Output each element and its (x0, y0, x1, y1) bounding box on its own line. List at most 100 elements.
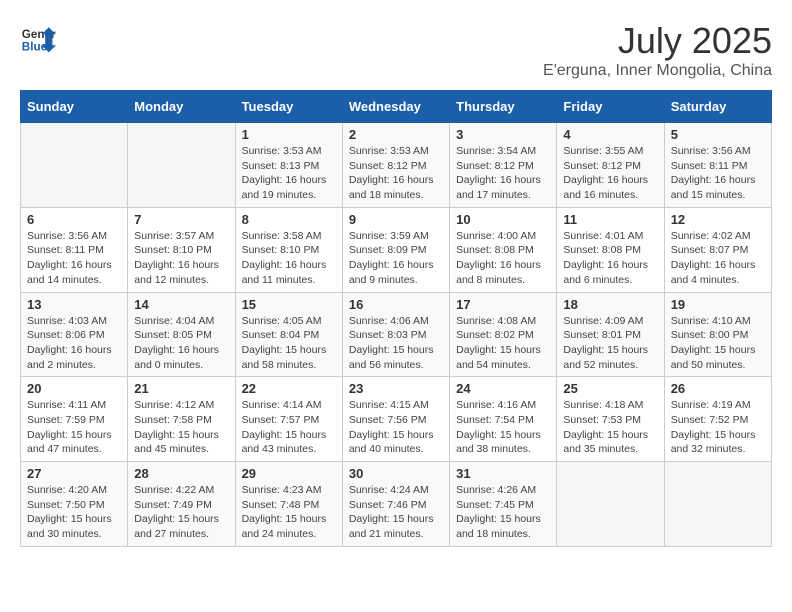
day-info: Sunrise: 3:55 AM Sunset: 8:12 PM Dayligh… (563, 144, 657, 203)
day-info: Sunrise: 4:22 AM Sunset: 7:49 PM Dayligh… (134, 483, 228, 542)
calendar-cell: 25 Sunrise: 4:18 AM Sunset: 7:53 PM Dayli… (557, 377, 664, 462)
calendar-cell: 11Sunrise: 4:01 AM Sunset: 8:08 PM Dayli… (557, 207, 664, 292)
day-info: Sunrise: 3:59 AM Sunset: 8:09 PM Dayligh… (349, 229, 443, 288)
calendar-cell (557, 462, 664, 547)
day-number: 29 (242, 466, 336, 481)
day-number: 17 (456, 297, 550, 312)
calendar-cell: 4 Sunrise: 3:55 AM Sunset: 8:12 PM Daylig… (557, 123, 664, 208)
day-number: 6 (27, 212, 121, 227)
day-info: Sunrise: 4:24 AM Sunset: 7:46 PM Dayligh… (349, 483, 443, 542)
calendar-cell (21, 123, 128, 208)
day-info: Sunrise: 4:03 AM Sunset: 8:06 PM Dayligh… (27, 314, 121, 373)
day-number: 22 (242, 381, 336, 396)
day-info: Sunrise: 4:23 AM Sunset: 7:48 PM Dayligh… (242, 483, 336, 542)
day-info: Sunrise: 4:26 AM Sunset: 7:45 PM Dayligh… (456, 483, 550, 542)
header-cell-tuesday: Tuesday (235, 91, 342, 123)
day-number: 18 (563, 297, 657, 312)
day-number: 7 (134, 212, 228, 227)
day-number: 3 (456, 127, 550, 142)
header-row: SundayMondayTuesdayWednesdayThursdayFrid… (21, 91, 772, 123)
calendar-cell (128, 123, 235, 208)
day-info: Sunrise: 4:01 AM Sunset: 8:08 PM Dayligh… (563, 229, 657, 288)
calendar-week-1: 1 Sunrise: 3:53 AM Sunset: 8:13 PM Daylig… (21, 123, 772, 208)
day-info: Sunrise: 4:02 AM Sunset: 8:07 PM Dayligh… (671, 229, 765, 288)
day-number: 12 (671, 212, 765, 227)
calendar-cell: 16Sunrise: 4:06 AM Sunset: 8:03 PM Dayli… (342, 292, 449, 377)
calendar-week-3: 13 Sunrise: 4:03 AM Sunset: 8:06 PM Dayli… (21, 292, 772, 377)
calendar-table: SundayMondayTuesdayWednesdayThursdayFrid… (20, 90, 772, 547)
header-cell-monday: Monday (128, 91, 235, 123)
day-number: 2 (349, 127, 443, 142)
day-info: Sunrise: 4:16 AM Sunset: 7:54 PM Dayligh… (456, 398, 550, 457)
day-number: 20 (27, 381, 121, 396)
calendar-week-2: 6Sunrise: 3:56 AM Sunset: 8:11 PM Daylig… (21, 207, 772, 292)
calendar-cell: 30 Sunrise: 4:24 AM Sunset: 7:46 PM Dayli… (342, 462, 449, 547)
day-number: 30 (349, 466, 443, 481)
day-info: Sunrise: 3:56 AM Sunset: 8:11 PM Dayligh… (671, 144, 765, 203)
day-info: Sunrise: 4:04 AM Sunset: 8:05 PM Dayligh… (134, 314, 228, 373)
day-info: Sunrise: 4:19 AM Sunset: 7:52 PM Dayligh… (671, 398, 765, 457)
day-info: Sunrise: 3:58 AM Sunset: 8:10 PM Dayligh… (242, 229, 336, 288)
day-number: 5 (671, 127, 765, 142)
header-cell-sunday: Sunday (21, 91, 128, 123)
day-number: 1 (242, 127, 336, 142)
day-number: 21 (134, 381, 228, 396)
calendar-cell: 6Sunrise: 3:56 AM Sunset: 8:11 PM Daylig… (21, 207, 128, 292)
calendar-cell: 20 Sunrise: 4:11 AM Sunset: 7:59 PM Dayli… (21, 377, 128, 462)
day-number: 31 (456, 466, 550, 481)
calendar-cell: 28 Sunrise: 4:22 AM Sunset: 7:49 PM Dayli… (128, 462, 235, 547)
day-info: Sunrise: 4:11 AM Sunset: 7:59 PM Dayligh… (27, 398, 121, 457)
day-number: 23 (349, 381, 443, 396)
calendar-cell: 18Sunrise: 4:09 AM Sunset: 8:01 PM Dayli… (557, 292, 664, 377)
calendar-cell: 9 Sunrise: 3:59 AM Sunset: 8:09 PM Daylig… (342, 207, 449, 292)
day-number: 27 (27, 466, 121, 481)
calendar-cell: 26 Sunrise: 4:19 AM Sunset: 7:52 PM Dayli… (664, 377, 771, 462)
calendar-cell: 13 Sunrise: 4:03 AM Sunset: 8:06 PM Dayli… (21, 292, 128, 377)
calendar-cell: 5 Sunrise: 3:56 AM Sunset: 8:11 PM Daylig… (664, 123, 771, 208)
calendar-cell: 12 Sunrise: 4:02 AM Sunset: 8:07 PM Dayli… (664, 207, 771, 292)
day-info: Sunrise: 3:57 AM Sunset: 8:10 PM Dayligh… (134, 229, 228, 288)
calendar-cell: 27 Sunrise: 4:20 AM Sunset: 7:50 PM Dayli… (21, 462, 128, 547)
day-number: 25 (563, 381, 657, 396)
calendar-cell: 24 Sunrise: 4:16 AM Sunset: 7:54 PM Dayli… (450, 377, 557, 462)
calendar-cell: 10 Sunrise: 4:00 AM Sunset: 8:08 PM Dayli… (450, 207, 557, 292)
header-cell-friday: Friday (557, 91, 664, 123)
day-info: Sunrise: 4:00 AM Sunset: 8:08 PM Dayligh… (456, 229, 550, 288)
calendar-week-4: 20 Sunrise: 4:11 AM Sunset: 7:59 PM Dayli… (21, 377, 772, 462)
day-number: 28 (134, 466, 228, 481)
month-title: July 2025 (543, 20, 772, 62)
header-cell-saturday: Saturday (664, 91, 771, 123)
page-header: General Blue July 2025 E'erguna, Inner M… (20, 20, 772, 80)
day-info: Sunrise: 4:20 AM Sunset: 7:50 PM Dayligh… (27, 483, 121, 542)
calendar-cell: 23Sunrise: 4:15 AM Sunset: 7:56 PM Dayli… (342, 377, 449, 462)
day-info: Sunrise: 4:18 AM Sunset: 7:53 PM Dayligh… (563, 398, 657, 457)
calendar-cell: 31 Sunrise: 4:26 AM Sunset: 7:45 PM Dayli… (450, 462, 557, 547)
day-number: 15 (242, 297, 336, 312)
day-number: 9 (349, 212, 443, 227)
day-info: Sunrise: 3:53 AM Sunset: 8:13 PM Dayligh… (242, 144, 336, 203)
day-number: 13 (27, 297, 121, 312)
calendar-cell: 8 Sunrise: 3:58 AM Sunset: 8:10 PM Daylig… (235, 207, 342, 292)
calendar-cell: 29 Sunrise: 4:23 AM Sunset: 7:48 PM Dayli… (235, 462, 342, 547)
day-number: 8 (242, 212, 336, 227)
day-number: 14 (134, 297, 228, 312)
day-number: 24 (456, 381, 550, 396)
day-info: Sunrise: 4:12 AM Sunset: 7:58 PM Dayligh… (134, 398, 228, 457)
day-info: Sunrise: 4:05 AM Sunset: 8:04 PM Dayligh… (242, 314, 336, 373)
day-number: 26 (671, 381, 765, 396)
day-info: Sunrise: 4:10 AM Sunset: 8:00 PM Dayligh… (671, 314, 765, 373)
calendar-cell (664, 462, 771, 547)
day-number: 16 (349, 297, 443, 312)
calendar-cell: 14 Sunrise: 4:04 AM Sunset: 8:05 PM Dayli… (128, 292, 235, 377)
day-number: 10 (456, 212, 550, 227)
day-number: 4 (563, 127, 657, 142)
calendar-cell: 21 Sunrise: 4:12 AM Sunset: 7:58 PM Dayli… (128, 377, 235, 462)
day-info: Sunrise: 3:53 AM Sunset: 8:12 PM Dayligh… (349, 144, 443, 203)
day-info: Sunrise: 4:08 AM Sunset: 8:02 PM Dayligh… (456, 314, 550, 373)
calendar-cell: 15 Sunrise: 4:05 AM Sunset: 8:04 PM Dayli… (235, 292, 342, 377)
header-cell-wednesday: Wednesday (342, 91, 449, 123)
calendar-cell: 19 Sunrise: 4:10 AM Sunset: 8:00 PM Dayli… (664, 292, 771, 377)
day-info: Sunrise: 4:14 AM Sunset: 7:57 PM Dayligh… (242, 398, 336, 457)
day-number: 19 (671, 297, 765, 312)
day-info: Sunrise: 3:54 AM Sunset: 8:12 PM Dayligh… (456, 144, 550, 203)
